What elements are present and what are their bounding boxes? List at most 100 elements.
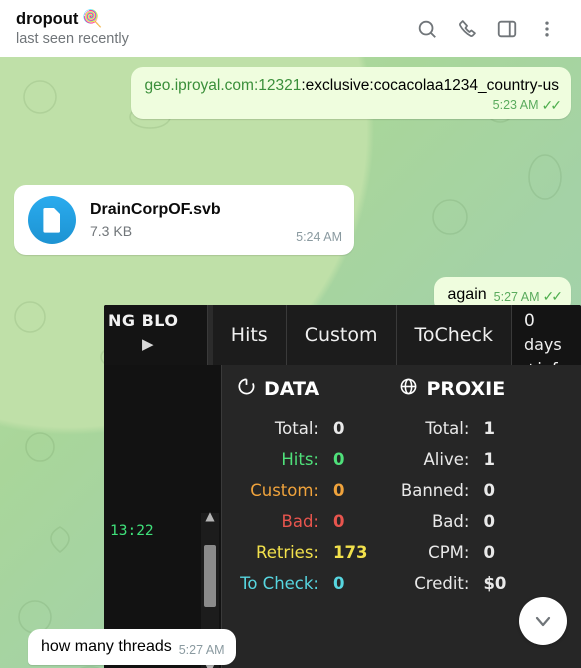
chat-status: last seen recently — [16, 30, 129, 47]
data-circle-icon — [237, 377, 256, 401]
message-time: 5:23 AM — [492, 98, 539, 112]
stat-row: Total: 1 — [399, 413, 506, 444]
stat-label: To Check: — [240, 574, 319, 593]
stat-label: CPM: — [428, 543, 470, 562]
data-panel: DATA Total: 0 Hits: 0 Custom: 0 Bad: 0 R… — [223, 377, 367, 668]
openbullet-screenshot: NG BLO ▶ Hits Custom ToCheck 0 days +inf — [104, 305, 581, 668]
stat-row: Hits: 0 — [237, 444, 367, 475]
stat-label: Total: — [425, 419, 470, 438]
read-receipt-icon: ✓✓ — [541, 97, 563, 113]
message-time: 5:24 AM — [296, 230, 342, 244]
stat-label: Credit: — [414, 574, 470, 593]
stat-row: Bad: 0 — [399, 506, 506, 537]
message-bubble[interactable]: geo.iproyal.com:12321:exclusive:cocacola… — [130, 67, 571, 119]
proxies-globe-icon — [399, 377, 418, 401]
chat-header: dropout 🍭 last seen recently — [0, 0, 581, 57]
layout-sidebar-icon[interactable] — [487, 9, 527, 49]
message-image-attachment[interactable]: NG BLO ▶ Hits Custom ToCheck 0 days +inf — [104, 305, 581, 668]
read-receipt-icon: ✓✓ — [542, 288, 564, 304]
stat-label: Bad: — [281, 512, 319, 531]
data-panel-title: DATA — [264, 378, 320, 400]
ob-log-panel[interactable]: 13:22 13:29 ▲ ▼ — [104, 365, 222, 668]
stat-value: 1 — [483, 419, 495, 438]
ob-toolbar: NG BLO ▶ Hits Custom ToCheck 0 days +inf — [104, 305, 581, 378]
stat-value: 0 — [333, 450, 345, 469]
stat-label: Retries: — [255, 543, 319, 562]
message-file[interactable]: DrainCorpOF.svb 7.3 KB 5:24 AM — [14, 185, 354, 255]
stat-value: 173 — [333, 543, 368, 562]
stat-label: Custom: — [250, 481, 319, 500]
stat-row: Credit: $0 — [399, 568, 506, 599]
stat-value: $0 — [483, 574, 507, 593]
tab-tocheck[interactable]: ToCheck — [396, 305, 512, 365]
stat-row: Banned: 0 — [399, 475, 506, 506]
chat-message-list[interactable]: geo.iproyal.com:12321:exclusive:cocacola… — [0, 57, 581, 668]
search-icon[interactable] — [407, 9, 447, 49]
file-size: 7.3 KB — [90, 222, 133, 239]
stat-value: 0 — [483, 481, 495, 500]
message-meta: 5:27 AM — [179, 643, 225, 657]
proxies-panel-title: PROXIE — [426, 378, 506, 400]
message-text: how many threads — [41, 638, 172, 655]
stat-value: 0 — [333, 512, 345, 531]
counter-value: 0 — [523, 311, 535, 331]
chat-title-row: dropout 🍭 — [16, 9, 407, 29]
stat-row: CPM: 0 — [399, 537, 506, 568]
message-time: 5:27 AM — [178, 643, 225, 657]
stat-row: To Check: 0 — [237, 568, 367, 599]
stat-value: 0 — [333, 574, 345, 593]
message-meta: 5:23 AM ✓✓ — [145, 97, 563, 113]
stat-label: Total: — [274, 419, 319, 438]
stat-row: Total: 0 — [237, 413, 367, 444]
proxy-credentials: :exclusive:cocacolaa1234_country-us — [301, 77, 559, 94]
stat-value: 0 — [483, 512, 495, 531]
message-meta: 5:27 AM ✓✓ — [493, 288, 564, 305]
scroll-up-icon[interactable]: ▲ — [201, 509, 219, 523]
document-icon[interactable] — [28, 196, 76, 244]
message-time-wrap: 5:23 AM ✓✓ — [492, 97, 563, 113]
stat-value: 1 — [483, 450, 495, 469]
message-bubble[interactable]: DrainCorpOF.svb 7.3 KB 5:24 AM — [14, 185, 354, 255]
chat-header-titles[interactable]: dropout 🍭 last seen recently — [16, 9, 407, 49]
stat-row: Retries: 173 — [237, 537, 367, 568]
tab-custom[interactable]: Custom — [286, 305, 397, 365]
scroll-to-bottom-button[interactable] — [519, 597, 567, 645]
lollipop-emoji: 🍭 — [82, 9, 103, 28]
scrollbar-thumb[interactable] — [204, 545, 216, 607]
file-name: DrainCorpOF.svb — [90, 200, 221, 218]
message-text: geo.iproyal.com:12321:exclusive:cocacola… — [145, 76, 559, 96]
stat-label: Hits: — [281, 450, 319, 469]
ob-tab-strip[interactable]: Hits Custom ToCheck — [212, 305, 512, 365]
message-link[interactable]: geo.iproyal.com:12321:exclusive:cocacola… — [74, 67, 571, 119]
stat-row: Custom: 0 — [237, 475, 367, 506]
proxy-link[interactable]: geo.iproyal.com:12321 — [145, 77, 302, 94]
file-info: DrainCorpOF.svb 7.3 KB — [90, 200, 282, 241]
stat-row: Alive: 1 — [399, 444, 506, 475]
ob-runtime-counter: 0 days +inf — [512, 305, 581, 378]
message-how-many-threads[interactable]: how many threads 5:27 AM — [28, 629, 236, 665]
stat-row: Bad: 0 — [237, 506, 367, 537]
stat-label: Banned: — [400, 481, 470, 500]
stat-value: 0 — [333, 481, 345, 500]
stat-label: Bad: — [431, 512, 470, 531]
phone-icon[interactable] — [447, 9, 487, 49]
log-timestamp: 13:22 — [110, 523, 154, 539]
proxies-panel: PROXIE Total: 1 Alive: 1 Banned: 0 Bad: … — [367, 377, 507, 668]
stat-value: 0 — [333, 419, 345, 438]
stat-label: Alive: — [423, 450, 470, 469]
ob-title-box: NG BLO ▶ — [104, 305, 208, 365]
ob-body: 13:22 13:29 ▲ ▼ — [104, 365, 581, 668]
tab-hits[interactable]: Hits — [212, 305, 287, 365]
proxies-panel-header: PROXIE — [399, 377, 506, 401]
kebab-menu-icon[interactable] — [527, 9, 567, 49]
chevron-down-icon — [535, 616, 551, 627]
counter-unit: days — [523, 335, 562, 354]
message-text: again — [447, 286, 487, 303]
page-title: dropout — [16, 9, 79, 28]
message-time: 5:27 AM — [493, 289, 540, 304]
stat-value: 0 — [483, 543, 495, 562]
message-bubble[interactable]: how many threads 5:27 AM — [28, 629, 236, 665]
ob-app-title: NG BLO — [108, 311, 179, 330]
data-panel-header: DATA — [237, 377, 367, 401]
play-icon[interactable]: ▶ — [104, 330, 207, 353]
